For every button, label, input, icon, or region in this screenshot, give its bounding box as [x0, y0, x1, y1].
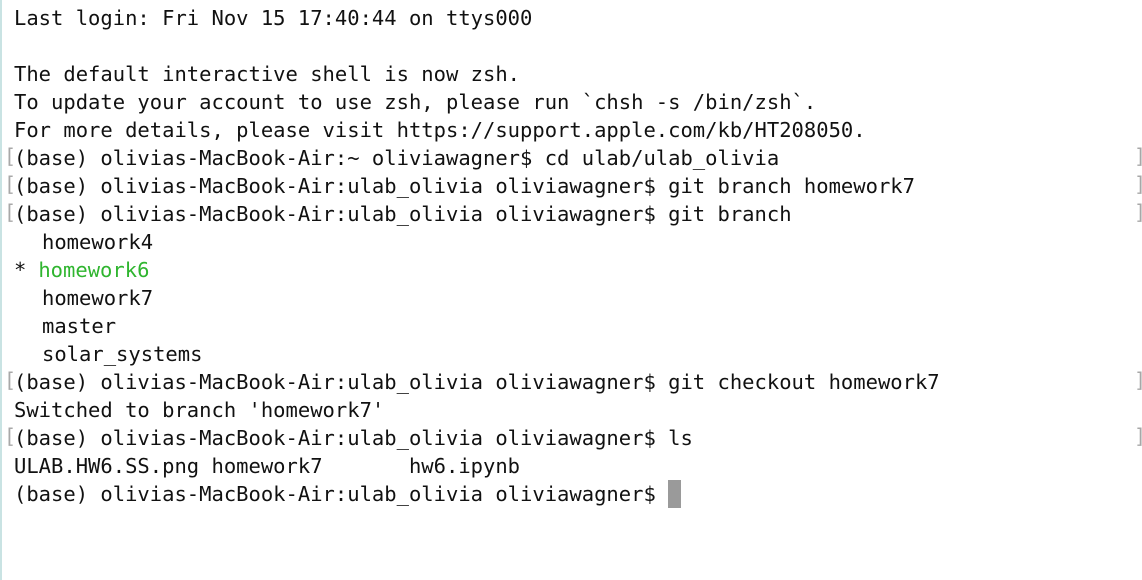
branch-item: homework4 [42, 230, 154, 254]
command-line: (base) olivias-MacBook-Air:ulab_olivia o… [14, 426, 693, 450]
command-line: (base) olivias-MacBook-Air:ulab_olivia o… [14, 202, 792, 226]
branch-item: master [42, 314, 117, 338]
shell-notice-line: The default interactive shell is now zsh… [14, 62, 521, 86]
branch-item-current: * homework6 [14, 256, 1142, 284]
update-notice-line: To update your account to use zsh, pleas… [14, 90, 817, 114]
mark-bracket-right: ] [1134, 144, 1142, 168]
text-cursor[interactable] [667, 480, 681, 508]
mark-bracket-right: ] [1134, 424, 1142, 448]
current-branch-marker: * [14, 258, 27, 282]
terminal-window[interactable]: Last login: Fri Nov 15 17:40:44 on ttys0… [0, 0, 1142, 580]
login-line: Last login: Fri Nov 15 17:40:44 on ttys0… [14, 6, 533, 30]
mark-bracket-right: ] [1134, 172, 1142, 196]
mark-bracket-right: ] [1134, 200, 1142, 224]
active-prompt-line[interactable]: (base) olivias-MacBook-Air:ulab_olivia o… [14, 480, 1142, 508]
branch-item: homework7 [42, 286, 154, 310]
mark-bracket-right: ] [1134, 368, 1142, 392]
branch-item: solar_systems [42, 342, 203, 366]
command-line: (base) olivias-MacBook-Air:~ oliviawagne… [14, 146, 780, 170]
prompt-text: (base) olivias-MacBook-Air:ulab_olivia o… [14, 482, 656, 506]
details-notice-line: For more details, please visit https://s… [14, 118, 866, 142]
command-line: (base) olivias-MacBook-Air:ulab_olivia o… [14, 174, 915, 198]
checkout-output-line: Switched to branch 'homework7' [14, 398, 385, 422]
current-branch-name: homework6 [38, 258, 150, 282]
command-line: (base) olivias-MacBook-Air:ulab_olivia o… [14, 370, 940, 394]
ls-output-line: ULAB.HW6.SS.png homework7 hw6.ipynb [14, 454, 521, 478]
